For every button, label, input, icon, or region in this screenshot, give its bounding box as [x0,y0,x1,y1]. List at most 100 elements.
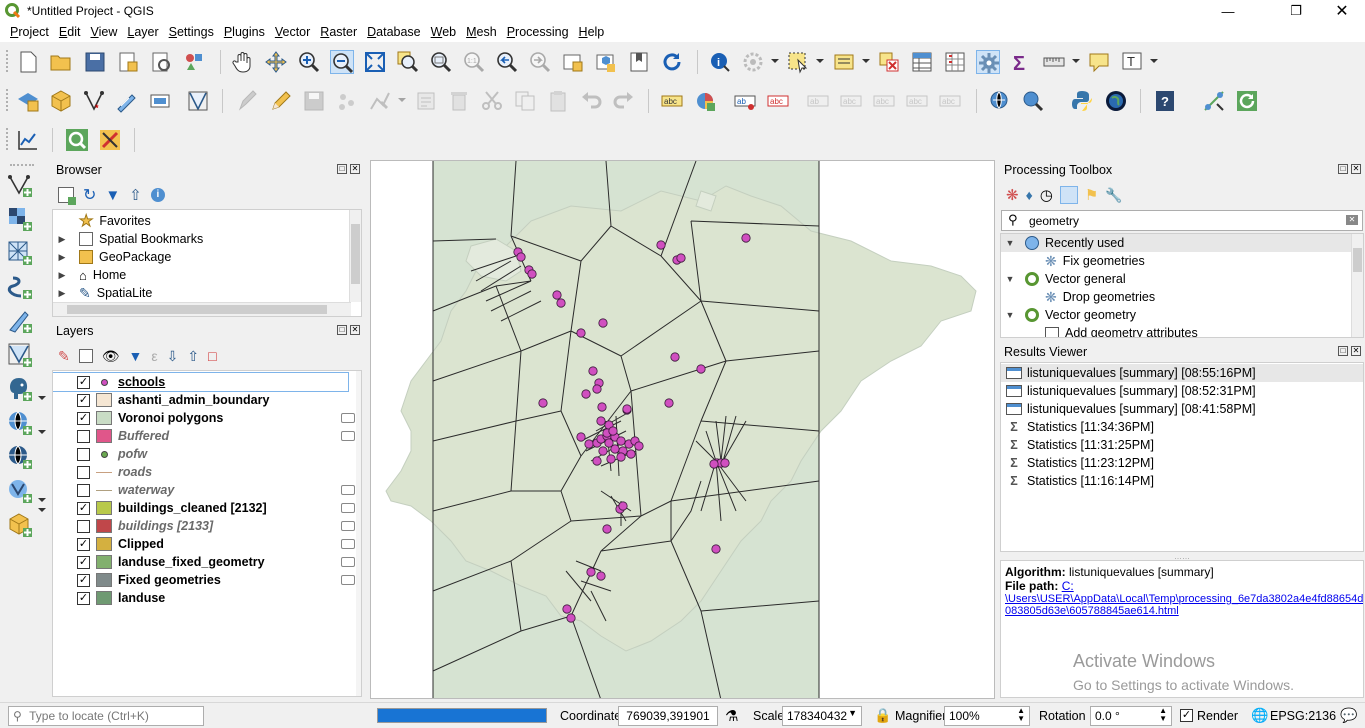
python-console-icon[interactable] [1070,89,1094,113]
zoom-out-icon[interactable] [330,50,354,74]
new-shapefile-layer-icon[interactable]: * [82,89,106,113]
close-button[interactable]: ✕ [1319,0,1365,22]
spatial-bookmark-icon[interactable] [627,50,651,74]
filepath-link[interactable]: C: [1062,579,1074,593]
browser-item-spatialite[interactable]: ▶ ✎ SpatiaLite [53,284,153,302]
metasearch-icon[interactable] [1021,89,1045,113]
zoom-in-icon[interactable] [297,50,321,74]
add-arcgis-layer-icon[interactable] [7,478,33,504]
show-hide-labels-icon[interactable]: abc [766,89,790,113]
open-project-icon[interactable] [49,50,73,74]
add-group-icon[interactable] [78,349,93,363]
spinner-icon[interactable]: ▲ ▼ [1017,707,1025,723]
result-item[interactable]: Σ Statistics [11:34:36PM] [1001,418,1363,436]
float-panel-icon[interactable]: □ [337,164,347,174]
spinner-icon[interactable]: ▲ ▼ [1159,707,1167,723]
chevron-down-icon[interactable]: ▼ [848,708,857,718]
modify-attributes-icon[interactable] [414,89,438,113]
new-map-view-icon[interactable] [561,50,585,74]
add-spatialite-layer-icon[interactable] [7,308,33,334]
sync-plugin-icon[interactable] [1235,89,1259,113]
layer-visibility-checkbox[interactable]: ✓ [77,573,90,587]
cut-features-icon[interactable] [480,89,504,113]
layer-item[interactable]: ✓ Clipped [53,535,348,553]
toolbar-handle[interactable] [10,164,34,166]
add-raster-layer-icon[interactable] [7,206,33,232]
layout-manager-icon[interactable] [149,50,173,74]
magnifier-field[interactable]: 100% ▲ ▼ [944,706,1030,726]
map-canvas[interactable] [370,160,995,699]
layer-visibility-checkbox[interactable] [77,519,90,533]
layer-visibility-checkbox[interactable]: ✓ [77,393,90,407]
layer-indicator-icon[interactable] [341,557,355,567]
clear-search-icon[interactable]: ✕ [1346,215,1358,225]
result-item[interactable]: listuniquevalues [summary] [08:52:31PM] [1001,382,1363,400]
menu-processing[interactable]: Processing [502,25,574,39]
zoom-last-icon[interactable] [495,50,519,74]
collapse-icon[interactable]: ▼ [1005,310,1015,320]
maximize-button[interactable]: ❐ [1273,0,1319,22]
new-virtual-layer-icon[interactable] [148,89,172,113]
layer-indicator-icon[interactable] [341,575,355,585]
close-panel-icon[interactable]: ✕ [1351,164,1361,174]
layer-item[interactable]: ✓ Voronoi polygons [53,409,348,427]
vertex-tool-dropdown-arrow[interactable] [398,98,406,102]
results-splitter[interactable]: …… [1000,552,1364,561]
float-panel-icon[interactable]: □ [1338,164,1348,174]
measure-line-icon[interactable] [1042,50,1066,74]
edit-features-in-place-icon[interactable]: ⚑ [1085,186,1098,204]
options-icon[interactable]: 🔧 [1105,187,1122,204]
filter-legend-icon[interactable]: ▼ [129,348,143,364]
filter-expression-icon[interactable]: ε [151,348,157,364]
browser-item-favorites[interactable]: ★ Favorites [53,212,150,231]
toolbox-algorithm-add-geometry-attributes[interactable]: Add geometry attributes [1001,324,1198,337]
layer-indicator-icon[interactable] [341,485,355,495]
result-item[interactable]: Σ Statistics [11:31:25PM] [1001,436,1363,454]
annotation-dropdown-arrow[interactable] [1150,59,1158,63]
scripts-icon[interactable]: ♦ [1026,187,1033,203]
scale-field[interactable]: 178340432 ▼ [782,706,862,726]
measure-dropdown-arrow[interactable] [1072,59,1080,63]
layer-visibility-checkbox[interactable]: ✓ [77,591,90,605]
menu-raster[interactable]: Raster [315,25,362,39]
help-icon[interactable]: ? [1153,89,1177,113]
deselect-all-icon[interactable] [877,50,901,74]
add-selected-layers-icon[interactable] [58,187,76,205]
georeferencer-icon[interactable] [1202,89,1226,113]
layer-visibility-checkbox[interactable] [77,483,90,497]
delete-selected-icon[interactable] [447,89,471,113]
select-value-dropdown-arrow[interactable] [862,59,870,63]
field-calculator-icon[interactable] [943,50,967,74]
zoom-to-layer-icon[interactable] [429,50,453,74]
qgis-search-icon[interactable] [65,128,89,152]
browser-item-geopackage[interactable]: ▶ GeoPackage [53,248,171,266]
add-mesh-layer-icon[interactable] [7,240,33,266]
menu-project[interactable]: Project [5,25,54,39]
layer-visibility-checkbox[interactable]: ✓ [77,537,90,551]
layer-item[interactable]: ✓ buildings_cleaned [2132] [53,499,348,517]
close-panel-icon[interactable]: ✕ [1351,346,1361,356]
label-settings-icon[interactable]: abc [660,89,684,113]
menu-settings[interactable]: Settings [164,25,219,39]
toolbox-algorithm-fix-geometries[interactable]: ❋ Fix geometries [1001,252,1145,270]
select-by-value-icon[interactable] [832,50,856,74]
refresh-icon[interactable] [660,50,684,74]
collapse-all-icon[interactable]: ⇧ [129,186,142,204]
result-item[interactable]: listuniquevalues [summary] [08:55:16PM] [1001,364,1363,382]
undo-icon[interactable] [579,89,603,113]
crs-globe-icon[interactable]: 🌐 [1251,707,1268,724]
layer-item[interactable]: Buffered [53,427,348,445]
zoom-to-selection-icon[interactable] [396,50,420,74]
layer-item[interactable]: pofw [53,445,348,463]
layer-visibility-checkbox[interactable]: ✓ [77,555,90,569]
move-label-icon[interactable]: ab [806,89,830,113]
toggle-extents-icon[interactable]: ⚗ [725,707,738,725]
menu-web[interactable]: Web [426,25,461,39]
toggle-editing-icon[interactable] [269,89,293,113]
layer-item[interactable]: ✓ ashanti_admin_boundary [53,391,348,409]
map-tips-icon[interactable] [1087,50,1111,74]
toolbar-handle[interactable] [6,128,10,150]
select-dropdown-arrow[interactable] [816,59,824,63]
float-panel-icon[interactable]: □ [337,325,347,335]
new-scratch-layer-icon[interactable] [186,89,210,113]
